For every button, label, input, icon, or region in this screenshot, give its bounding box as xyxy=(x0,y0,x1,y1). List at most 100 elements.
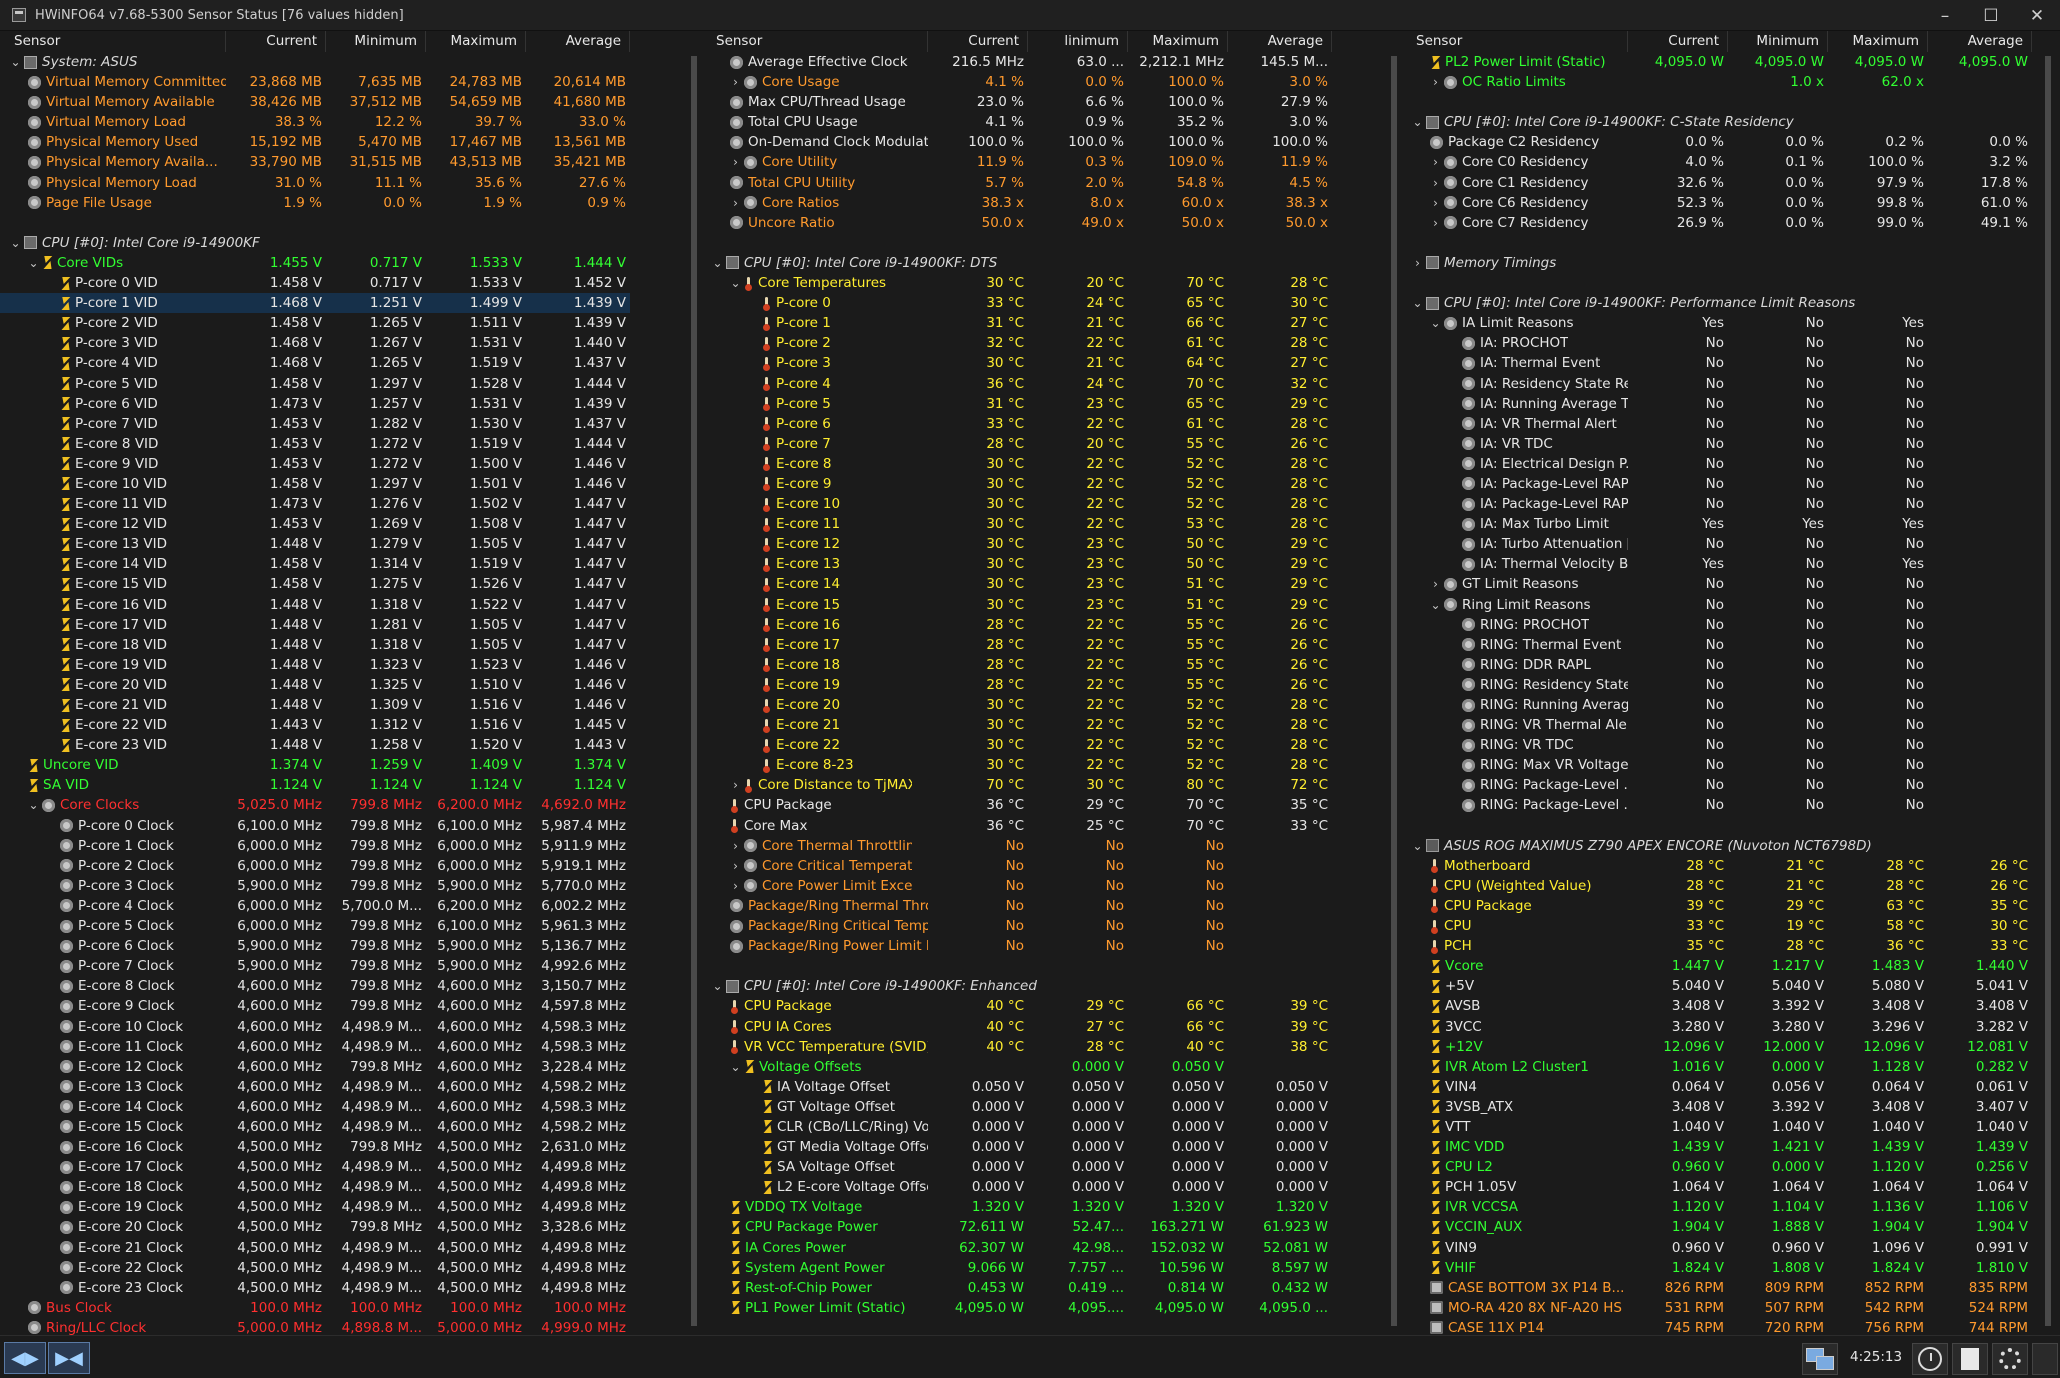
sensor-row[interactable]: Physical Memory Availa... 33,790 MB 31,515… xyxy=(0,152,630,172)
sensor-row[interactable]: IA: Max Turbo Limit Yes Yes Yes xyxy=(1402,514,2032,534)
sensor-row[interactable]: IA: Thermal Event No No No xyxy=(1402,353,2032,373)
sensor-row[interactable]: System Agent Power 9.066 W 7.757 ... 10.596… xyxy=(702,1258,1334,1278)
sensor-row[interactable]: E-core 9 Clock 4,600.0 MHz 799.8 MHz 4,600.… xyxy=(0,996,630,1016)
sensor-row[interactable]: AVSB 3.408 V 3.392 V 3.408 V 3.408 V xyxy=(1402,996,2032,1016)
sensor-row[interactable]: › Core Power Limit Exceeded No No No xyxy=(702,876,1334,896)
chevron-down-icon[interactable]: ⌄ xyxy=(712,253,723,273)
sensor-row[interactable]: RING: Residency State... No No No xyxy=(1402,675,2032,695)
chevron-right-icon[interactable]: › xyxy=(730,876,741,896)
settings-gear-icon[interactable] xyxy=(1992,1343,2028,1375)
sensor-row[interactable]: IA: VR Thermal Alert No No No xyxy=(1402,414,2032,434)
report-icon[interactable] xyxy=(1952,1343,1988,1375)
chevron-right-icon[interactable]: › xyxy=(730,193,741,213)
sensor-row[interactable]: P-core 5 VID 1.458 V 1.297 V 1.528 V 1.444 V xyxy=(0,374,630,394)
sensor-row[interactable]: CPU L2 0.960 V 0.000 V 1.120 V 0.256 V xyxy=(1402,1157,2032,1177)
sensor-row[interactable]: VIN9 0.960 V 0.960 V 1.096 V 0.991 V xyxy=(1402,1238,2032,1258)
sensor-row[interactable]: E-core 20 Clock 4,500.0 MHz 799.8 MHz 4,500… xyxy=(0,1217,630,1237)
sensor-row[interactable]: E-core 23 VID 1.448 V 1.258 V 1.520 V 1.443 … xyxy=(0,735,630,755)
sensor-row[interactable]: CPU (Weighted Value) 28 °C 21 °C 28 °C 26 °C xyxy=(1402,876,2032,896)
column-header-minimum[interactable]: Minimum xyxy=(326,31,426,52)
sensor-row[interactable]: P-core 4 VID 1.468 V 1.265 V 1.519 V 1.437 V xyxy=(0,353,630,373)
sensor-row[interactable]: ⌄ IA Limit Reasons Yes No Yes xyxy=(1402,313,2032,333)
chevron-down-icon[interactable]: ⌄ xyxy=(1412,836,1423,856)
sensor-row[interactable]: Physical Memory Load 31.0 % 11.1 % 35.6 % 27… xyxy=(0,173,630,193)
chevron-down-icon[interactable]: ⌄ xyxy=(712,976,723,996)
sensor-row[interactable]: P-core 7 28 °C 20 °C 55 °C 26 °C xyxy=(702,434,1334,454)
sensor-row[interactable]: › Core Critical Temperature No No No xyxy=(702,856,1334,876)
column-header-average[interactable]: Average xyxy=(1228,31,1332,52)
sensor-row[interactable]: CPU Package Power 72.611 W 52.47... 163.271… xyxy=(702,1217,1334,1237)
sensor-row[interactable]: VIN4 0.064 V 0.056 V 0.064 V 0.061 V xyxy=(1402,1077,2032,1097)
sensor-row[interactable]: P-core 3 VID 1.468 V 1.267 V 1.531 V 1.440 V xyxy=(0,333,630,353)
sensor-row[interactable]: E-core 10 30 °C 22 °C 52 °C 28 °C xyxy=(702,494,1334,514)
sensor-row[interactable]: IMC VDD 1.439 V 1.421 V 1.439 V 1.439 V xyxy=(1402,1137,2032,1157)
chevron-right-icon[interactable]: › xyxy=(1430,574,1441,594)
chevron-right-icon[interactable]: › xyxy=(1430,213,1441,233)
chevron-right-icon[interactable]: › xyxy=(1430,152,1441,172)
sensor-row[interactable]: IVR VCCSA 1.120 V 1.104 V 1.136 V 1.106 V xyxy=(1402,1197,2032,1217)
sensor-row[interactable]: › Core Ratios 38.3 x 8.0 x 60.0 x 38.3 x xyxy=(702,193,1334,213)
sensor-row[interactable]: E-core 9 30 °C 22 °C 52 °C 28 °C xyxy=(702,474,1334,494)
sensor-row[interactable]: IA Voltage Offset 0.050 V 0.050 V 0.050 V 0.… xyxy=(702,1077,1334,1097)
sensor-row[interactable]: P-core 5 Clock 6,000.0 MHz 799.8 MHz 6,100.… xyxy=(0,916,630,936)
chevron-right-icon[interactable]: › xyxy=(1412,253,1423,273)
sensor-row[interactable]: P-core 2 32 °C 22 °C 61 °C 28 °C xyxy=(702,333,1334,353)
sensor-row[interactable]: MO-RA 420 8X NF-A20 HS 531 RPM 507 RPM 542 … xyxy=(1402,1298,2032,1318)
sensor-row[interactable]: Package C2 Residency 0.0 % 0.0 % 0.2 % 0.0 % xyxy=(1402,132,2032,152)
sensor-row[interactable]: E-core 13 Clock 4,600.0 MHz 4,498.9 M... 4,… xyxy=(0,1077,630,1097)
sensor-row[interactable]: › Core Utility 11.9 % 0.3 % 109.0 % 11.9 % xyxy=(702,152,1334,172)
sensor-row[interactable]: E-core 18 Clock 4,500.0 MHz 4,498.9 M... 4,… xyxy=(0,1177,630,1197)
column-header-maximum[interactable]: Maximum xyxy=(1128,31,1228,52)
sensor-row[interactable]: 3VCC 3.280 V 3.280 V 3.296 V 3.282 V xyxy=(1402,1017,2032,1037)
sensor-row[interactable]: E-core 14 30 °C 23 °C 51 °C 29 °C xyxy=(702,574,1334,594)
close-sensors-icon[interactable] xyxy=(2032,1343,2058,1375)
chevron-down-icon[interactable]: ⌄ xyxy=(1412,293,1423,313)
sensor-row[interactable]: P-core 1 VID 1.468 V 1.251 V 1.499 V 1.439 V xyxy=(0,293,630,314)
chevron-down-icon[interactable]: ⌄ xyxy=(1430,313,1441,333)
sensor-row[interactable]: E-core 22 VID 1.443 V 1.312 V 1.516 V 1.445 … xyxy=(0,715,630,735)
sensor-row[interactable]: Bus Clock 100.0 MHz 100.0 MHz 100.0 MHz 100.… xyxy=(0,1298,630,1318)
sensor-row[interactable]: › Core C6 Residency 52.3 % 0.0 % 99.8 % 61.0 … xyxy=(1402,193,2032,213)
sensor-group-row[interactable]: ⌄ CPU [#0]: Intel Core i9-14900KF: Enhanc… xyxy=(702,976,1334,996)
sensor-row[interactable]: Ring/LLC Clock 5,000.0 MHz 4,898.8 M... 5,0… xyxy=(0,1318,630,1335)
sensor-row[interactable]: RING: Max VR Voltage,... No No No xyxy=(1402,755,2032,775)
sensor-row[interactable]: P-core 2 Clock 6,000.0 MHz 799.8 MHz 6,000.… xyxy=(0,856,630,876)
sensor-row[interactable]: › Core C0 Residency 4.0 % 0.1 % 100.0 % 3.2 % xyxy=(1402,152,2032,172)
sensor-row[interactable]: E-core 12 30 °C 23 °C 50 °C 29 °C xyxy=(702,534,1334,554)
sensor-row[interactable]: E-core 16 28 °C 22 °C 55 °C 26 °C xyxy=(702,615,1334,635)
sensor-row[interactable]: Physical Memory Used 15,192 MB 5,470 MB 17,… xyxy=(0,132,630,152)
sensor-row[interactable]: Package/Ring Critical Tempe... No No No xyxy=(702,916,1334,936)
sensor-row[interactable]: E-core 18 28 °C 22 °C 55 °C 26 °C xyxy=(702,655,1334,675)
column-header-current[interactable]: Current xyxy=(928,31,1028,52)
sensor-row[interactable]: P-core 4 36 °C 24 °C 70 °C 32 °C xyxy=(702,374,1334,394)
sensor-row[interactable]: GT Voltage Offset 0.000 V 0.000 V 0.000 V 0.… xyxy=(702,1097,1334,1117)
sensor-row[interactable]: E-core 22 Clock 4,500.0 MHz 4,498.9 M... 4,… xyxy=(0,1258,630,1278)
sensor-row[interactable]: P-core 5 31 °C 23 °C 65 °C 29 °C xyxy=(702,394,1334,414)
close-button[interactable]: ✕ xyxy=(2014,0,2060,31)
sensor-row[interactable]: E-core 20 30 °C 22 °C 52 °C 28 °C xyxy=(702,695,1334,715)
sensor-row[interactable]: › Core C1 Residency 32.6 % 0.0 % 97.9 % 17.8 … xyxy=(1402,173,2032,193)
sensor-row[interactable]: ⌄ Voltage Offsets 0.000 V 0.050 V xyxy=(702,1057,1334,1077)
sensor-group-row[interactable]: ⌄ CPU [#0]: Intel Core i9-14900KF: DTS xyxy=(702,253,1334,273)
sensor-group-row[interactable]: ⌄ CPU [#0]: Intel Core i9-14900KF: C-Stat… xyxy=(1402,112,2032,132)
sensor-row[interactable]: +5V 5.040 V 5.040 V 5.080 V 5.041 V xyxy=(1402,976,2032,996)
sensor-row[interactable]: Uncore VID 1.374 V 1.259 V 1.409 V 1.374 V xyxy=(0,755,630,775)
sensor-row[interactable]: E-core 10 VID 1.458 V 1.297 V 1.501 V 1.446 … xyxy=(0,474,630,494)
sensor-row[interactable]: E-core 16 VID 1.448 V 1.318 V 1.522 V 1.447 … xyxy=(0,595,630,615)
column-header-sensor[interactable]: Sensor xyxy=(702,31,928,52)
sensor-row[interactable]: Package/Ring Power Limit E... No No No xyxy=(702,936,1334,956)
sensor-row[interactable]: P-core 1 31 °C 21 °C 66 °C 27 °C xyxy=(702,313,1334,333)
sensor-group-row[interactable]: › Memory Timings xyxy=(1402,253,2032,273)
sensor-row[interactable]: E-core 8 VID 1.453 V 1.272 V 1.519 V 1.444 V xyxy=(0,434,630,454)
sensor-row[interactable]: › Core Usage 4.1 % 0.0 % 100.0 % 3.0 % xyxy=(702,72,1334,92)
clock-icon[interactable] xyxy=(1912,1343,1948,1375)
sensor-row[interactable]: RING: Package-Level ... No No No xyxy=(1402,775,2032,795)
sensor-row[interactable]: IA Cores Power 62.307 W 42.98... 152.032 W 5… xyxy=(702,1238,1334,1258)
sensor-row[interactable]: E-core 19 Clock 4,500.0 MHz 4,498.9 M... 4,… xyxy=(0,1197,630,1217)
sensor-row[interactable]: SA Voltage Offset 0.000 V 0.000 V 0.000 V 0.… xyxy=(702,1157,1334,1177)
chevron-down-icon[interactable]: ⌄ xyxy=(730,1057,741,1077)
sensor-row[interactable]: P-core 3 30 °C 21 °C 64 °C 27 °C xyxy=(702,353,1334,373)
sensor-row[interactable]: Average Effective Clock 216.5 MHz 63.0 ...… xyxy=(702,52,1334,72)
sensor-row[interactable]: E-core 8-23 30 °C 22 °C 52 °C 28 °C xyxy=(702,755,1334,775)
sensor-row[interactable]: L2 E-core Voltage Offset 0.000 V 0.000 V 0.… xyxy=(702,1177,1334,1197)
